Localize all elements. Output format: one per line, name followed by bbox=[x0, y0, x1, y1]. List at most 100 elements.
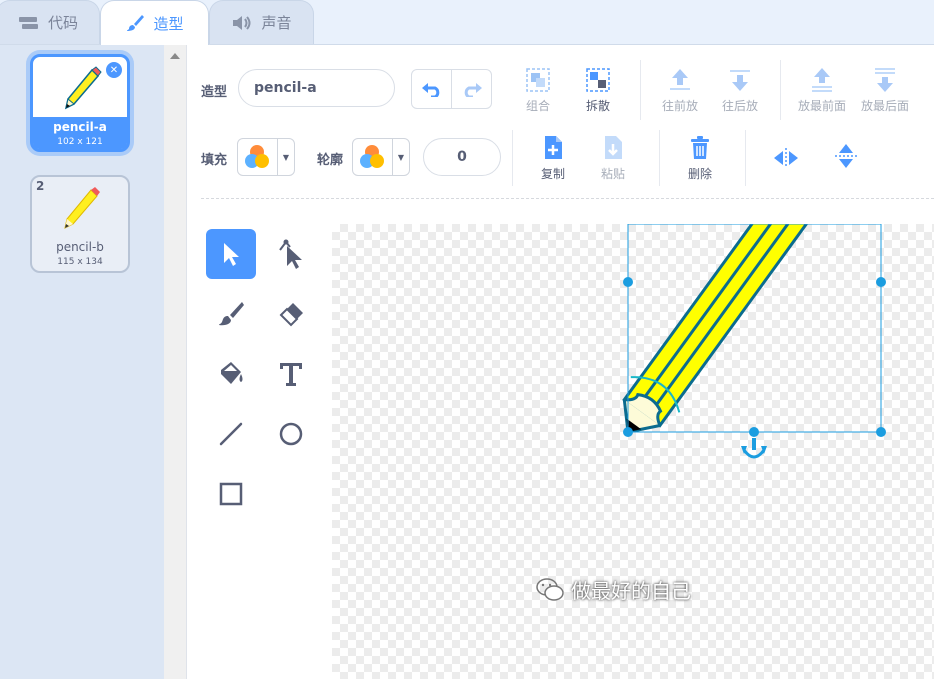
line-tool[interactable] bbox=[206, 409, 256, 459]
ungroup-icon bbox=[586, 68, 610, 92]
dropdown-arrow-icon: ▼ bbox=[392, 139, 409, 175]
fill-label: 填充 bbox=[201, 153, 228, 168]
copy-label: 复制 bbox=[540, 167, 565, 181]
fill-color-picker[interactable]: ▼ bbox=[237, 138, 295, 176]
back-icon bbox=[875, 68, 895, 92]
costume-list: 1 ✕ pencil-a 102 x 121 2 pencil-b 115 x … bbox=[0, 45, 164, 679]
scroll-up-icon[interactable] bbox=[170, 53, 180, 59]
circle-tool[interactable] bbox=[266, 409, 316, 459]
arrow-select-icon bbox=[224, 243, 239, 266]
toolbar-divider bbox=[512, 130, 513, 186]
forward-button[interactable]: 往前放 bbox=[650, 67, 710, 114]
undo-icon bbox=[421, 83, 439, 97]
outline-label: 轮廓 bbox=[317, 153, 344, 168]
pencil-thumbnail-icon bbox=[64, 65, 102, 109]
tab-code-label: 代码 bbox=[47, 14, 78, 32]
toolbar-divider bbox=[640, 60, 641, 120]
tab-costumes[interactable]: 造型 bbox=[100, 0, 209, 45]
tab-sounds[interactable]: 声音 bbox=[209, 0, 314, 44]
flip-vertical-button[interactable] bbox=[816, 143, 876, 169]
delete-label: 删除 bbox=[687, 167, 712, 181]
rectangle-tool[interactable] bbox=[206, 469, 256, 519]
copy-icon bbox=[545, 136, 562, 159]
brush-icon bbox=[219, 302, 244, 326]
toolbar-divider bbox=[745, 130, 746, 186]
fill-tool[interactable] bbox=[206, 349, 256, 399]
tab-code[interactable]: 代码 bbox=[0, 0, 100, 44]
tab-costumes-label: 造型 bbox=[153, 14, 184, 33]
undo-redo-group bbox=[411, 69, 492, 109]
outline-color-picker[interactable]: ▼ bbox=[352, 138, 410, 176]
group-label: 组合 bbox=[525, 99, 550, 113]
selection-handle bbox=[623, 427, 633, 437]
backward-label: 往后放 bbox=[721, 99, 758, 113]
costume-name: pencil-a bbox=[53, 120, 107, 134]
color-mixed-icon bbox=[360, 145, 384, 168]
costume-name-input[interactable]: pencil-a bbox=[238, 69, 395, 107]
text-tool[interactable] bbox=[266, 349, 316, 399]
watermark-text: 做最好的自己 bbox=[571, 579, 691, 603]
watermark: 做最好的自己 bbox=[535, 575, 691, 604]
brush-icon bbox=[127, 15, 145, 31]
ungroup-label: 拆散 bbox=[585, 99, 610, 113]
costume-list-scrollbar[interactable] bbox=[164, 45, 187, 679]
reshape-tool[interactable] bbox=[266, 229, 316, 279]
line-icon bbox=[219, 422, 243, 446]
text-icon bbox=[280, 363, 302, 386]
copy-button[interactable]: 复制 bbox=[523, 135, 583, 182]
editor-tab-bar: 代码 造型 声音 bbox=[0, 0, 934, 45]
group-button[interactable]: 组合 bbox=[508, 67, 568, 114]
circle-icon bbox=[279, 422, 303, 446]
wechat-icon bbox=[536, 577, 564, 601]
paint-bucket-icon bbox=[221, 362, 243, 384]
group-icon bbox=[526, 68, 550, 92]
pencil-thumbnail-icon bbox=[63, 186, 100, 229]
drawing-canvas[interactable] bbox=[332, 224, 934, 679]
front-button[interactable]: 放最前面 bbox=[792, 67, 852, 114]
selection-handle bbox=[876, 427, 886, 437]
delete-button[interactable]: 删除 bbox=[670, 135, 730, 182]
backward-button[interactable]: 往后放 bbox=[710, 67, 770, 114]
flip-vertical-icon bbox=[835, 144, 857, 168]
eraser-icon bbox=[279, 303, 303, 327]
rotate-handle-icon bbox=[741, 438, 767, 459]
outline-width-input[interactable]: 0 bbox=[423, 138, 501, 176]
costume-item-2[interactable]: 2 pencil-b 115 x 134 bbox=[30, 175, 130, 273]
speaker-icon bbox=[233, 15, 251, 30]
costume-number: 1 bbox=[37, 59, 46, 73]
toolbar-divider bbox=[780, 60, 781, 120]
back-button[interactable]: 放最后面 bbox=[855, 67, 915, 114]
rectangle-icon bbox=[219, 482, 243, 506]
costume-thumbnail bbox=[35, 180, 126, 237]
redo-button[interactable] bbox=[451, 70, 491, 108]
costume-name-label: 造型 bbox=[201, 85, 228, 100]
ungroup-button[interactable]: 拆散 bbox=[568, 67, 628, 114]
forward-icon bbox=[670, 69, 690, 90]
paste-button[interactable]: 粘贴 bbox=[583, 135, 643, 182]
tab-sounds-label: 声音 bbox=[261, 14, 292, 32]
select-tool[interactable] bbox=[206, 229, 256, 279]
toolbar-divider-line bbox=[201, 198, 934, 199]
redo-icon bbox=[464, 83, 482, 97]
toolbar-divider bbox=[659, 130, 660, 186]
paste-label: 粘贴 bbox=[600, 167, 625, 181]
trash-icon bbox=[691, 136, 709, 159]
delete-costume-button[interactable]: ✕ bbox=[105, 61, 123, 79]
costume-item-1[interactable]: 1 ✕ pencil-a 102 x 121 bbox=[30, 54, 130, 152]
undo-button[interactable] bbox=[412, 70, 451, 108]
costume-number: 2 bbox=[36, 179, 45, 193]
paste-icon bbox=[605, 136, 622, 159]
eraser-tool[interactable] bbox=[266, 289, 316, 339]
flip-horizontal-button[interactable] bbox=[756, 145, 816, 171]
color-mixed-icon bbox=[245, 145, 269, 168]
flip-horizontal-icon bbox=[774, 148, 798, 168]
pencil-drawing[interactable] bbox=[332, 224, 934, 679]
back-label: 放最后面 bbox=[860, 99, 909, 113]
front-label: 放最前面 bbox=[797, 99, 846, 113]
selection-handle bbox=[623, 277, 633, 287]
front-icon bbox=[812, 68, 832, 92]
forward-label: 往前放 bbox=[661, 99, 698, 113]
costume-size: 115 x 134 bbox=[57, 257, 103, 267]
backward-icon bbox=[730, 70, 750, 91]
brush-tool[interactable] bbox=[206, 289, 256, 339]
